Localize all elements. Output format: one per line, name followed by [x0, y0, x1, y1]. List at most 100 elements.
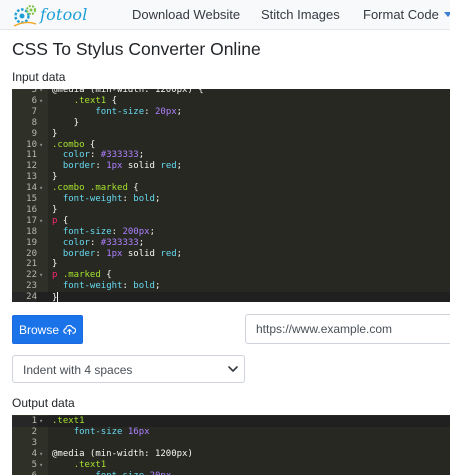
browse-button[interactable]: Browse	[12, 315, 83, 344]
code-text: .text1	[73, 459, 107, 470]
code-line[interactable]: 20 border: 1px solid red;	[12, 249, 450, 260]
code-text: }	[52, 128, 58, 139]
output-data-label: Output data	[12, 396, 75, 410]
line-number: 2	[31, 426, 37, 437]
fold-arrow-icon[interactable]: ▾	[39, 416, 47, 427]
fold-arrow-icon[interactable]: ▾	[39, 89, 47, 96]
line-number: 3	[31, 437, 37, 448]
code-line[interactable]: 18 font-size: 200px;	[12, 227, 450, 238]
code-text: }	[52, 117, 80, 128]
line-number: 6	[12, 471, 37, 475]
chevron-down-icon	[228, 366, 238, 372]
text-cursor	[57, 292, 59, 302]
code-text: .text1	[52, 416, 85, 426]
fold-arrow-icon[interactable]: ▾	[39, 216, 47, 227]
code-line[interactable]: 19 color: #333333;	[12, 238, 450, 249]
fold-arrow-icon[interactable]: ▾	[39, 270, 47, 281]
code-line[interactable]: 6 ▾ .text1 {	[12, 96, 450, 107]
line-number: 17	[26, 215, 37, 226]
line-number: 11	[26, 150, 37, 161]
code-line[interactable]: 11 color: #333333;	[12, 150, 450, 161]
line-number: 15	[26, 194, 37, 204]
code-text: color: #333333;	[62, 237, 145, 248]
code-text: font-size: 20px;	[95, 106, 183, 117]
code-text: .combo {	[52, 139, 96, 150]
top-navbar: fotool Download Website Stitch Images Fo…	[0, 0, 450, 30]
code-line[interactable]: 14 ▾ .combo .marked {	[12, 183, 450, 194]
line-number: 13	[26, 172, 37, 183]
line-number: 16	[26, 204, 37, 215]
nav-download-website[interactable]: Download Website	[132, 7, 240, 22]
code-line[interactable]: 5 ▾ .text1	[12, 460, 450, 471]
line-number: 19	[26, 237, 37, 248]
code-line[interactable]: 8 }	[12, 118, 450, 129]
line-number: 22	[26, 270, 37, 281]
code-text: font-weight: bold;	[62, 194, 161, 204]
line-number: 1	[12, 416, 37, 427]
line-number: 14	[26, 183, 37, 194]
code-line[interactable]: 2 font-size 16px	[12, 427, 450, 438]
nav-format-code-label: Format Code	[363, 7, 439, 22]
page-title: CSS To Stylus Converter Online	[12, 39, 261, 59]
code-line[interactable]: 12 border: 1px solid red;	[12, 161, 450, 172]
code-line[interactable]: 7 font-size: 20px;	[12, 107, 450, 118]
code-text: .combo .marked {	[52, 183, 139, 194]
indent-select-value: Indent with 4 spaces	[23, 363, 133, 377]
line-number: 10	[26, 139, 37, 150]
fold-arrow-icon[interactable]: ▾	[39, 183, 47, 194]
code-text: }	[52, 172, 58, 183]
code-text: @media (min-width: 1200px)	[52, 448, 193, 459]
url-input[interactable]	[245, 314, 450, 344]
fold-arrow-icon[interactable]: ▾	[39, 460, 47, 471]
code-text: border: 1px solid red;	[62, 248, 183, 259]
line-number: 18	[26, 226, 37, 237]
logo[interactable]: fotool	[10, 2, 100, 28]
line-number: 12	[26, 161, 37, 172]
code-line[interactable]: 22 ▾ p .marked {	[12, 270, 450, 281]
code-text: color: #333333;	[62, 150, 145, 161]
line-number: 9	[31, 128, 37, 139]
fold-arrow-icon[interactable]: ▾	[39, 96, 47, 107]
code-text: font-size: 200px;	[62, 226, 155, 237]
code-text: font-size 16px	[73, 426, 150, 437]
code-line[interactable]: 16}	[12, 205, 450, 216]
line-number: 23	[26, 281, 37, 292]
code-text: font-weight: bold;	[62, 281, 161, 292]
nav-stitch-images[interactable]: Stitch Images	[261, 7, 340, 22]
line-number: 20	[26, 248, 37, 259]
code-text: .text1 {	[73, 95, 118, 106]
code-text: }	[52, 204, 58, 215]
code-line[interactable]: 21}	[12, 259, 450, 270]
code-line[interactable]: 17 ▾ p {	[12, 216, 450, 227]
code-text: font-size 20px	[52, 471, 171, 475]
code-line[interactable]: 13}	[12, 172, 450, 183]
fold-arrow-icon[interactable]: ▾	[39, 449, 47, 460]
nav-format-code[interactable]: Format Code	[363, 7, 450, 22]
line-number: 4	[31, 448, 37, 459]
code-line[interactable]: 9}	[12, 129, 450, 140]
code-line[interactable]: 10 ▾ .combo {	[12, 140, 450, 151]
code-line[interactable]: 6 font-size 20px	[12, 471, 450, 475]
code-line[interactable]: 23 font-weight: bold;	[12, 281, 450, 292]
fold-arrow-icon[interactable]: ▾	[39, 140, 47, 151]
output-code-editor[interactable]: 1 ▾ .text1 2 font-size 16px 3 4 ▾ @media (min-w…	[12, 415, 450, 475]
logo-text: fotool	[40, 5, 88, 24]
line-number: 21	[26, 259, 37, 270]
gears-logo-icon	[13, 5, 37, 27]
code-line[interactable]: 24}	[12, 292, 450, 302]
code-text: p {	[52, 215, 69, 226]
code-line[interactable]: 3	[12, 438, 450, 449]
line-number: 8	[31, 117, 37, 128]
input-code-editor[interactable]: 5 ▾ @media (min-width: 1200px) {6 ▾ .text1 …	[12, 89, 450, 302]
code-text: @media (min-width: 1200px) {	[52, 89, 204, 95]
code-line[interactable]: 4 ▾ @media (min-width: 1200px)	[12, 449, 450, 460]
line-number: 5	[31, 89, 37, 95]
code-text: }	[52, 292, 59, 302]
code-line[interactable]: 15 font-weight: bold;	[12, 194, 450, 205]
indent-select[interactable]: Indent with 4 spaces	[12, 355, 245, 383]
code-line[interactable]: 5 ▾ @media (min-width: 1200px) {	[12, 89, 450, 96]
line-number: 5	[31, 459, 37, 470]
line-number: 6	[31, 95, 37, 106]
code-line[interactable]: 1 ▾ .text1	[12, 416, 450, 427]
caret-down-icon	[443, 12, 450, 17]
